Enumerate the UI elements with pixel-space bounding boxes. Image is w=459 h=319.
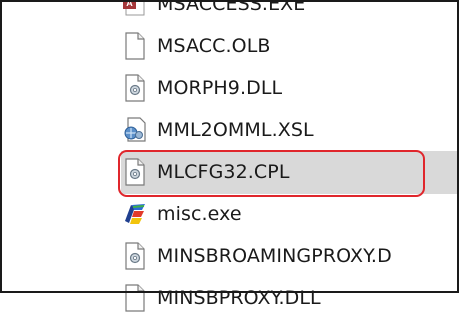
exe-app-icon — [121, 200, 149, 228]
dll-file-icon — [121, 74, 149, 102]
xsl-file-icon — [121, 116, 149, 144]
file-name: MINSBPROXY.DLL — [157, 287, 321, 309]
file-item-misc-exe[interactable]: misc.exe — [121, 193, 242, 235]
dll-file-icon — [121, 242, 149, 270]
file-item-morph9-dll[interactable]: MORPH9.DLL — [121, 67, 282, 109]
file-name: misc.exe — [157, 203, 242, 225]
file-item-minsbroamingproxy[interactable]: MINSBROAMINGPROXY.D — [121, 235, 392, 277]
file-item-msacc-olb[interactable]: MSACC.OLB — [121, 25, 271, 67]
file-item-minsbproxy[interactable]: MINSBPROXY.DLL — [121, 277, 321, 319]
file-name: MINSBROAMINGPROXY.D — [157, 245, 392, 267]
highlight-annotation — [118, 150, 425, 197]
file-name: MML2OMML.XSL — [157, 119, 314, 141]
file-name: MORPH9.DLL — [157, 77, 283, 99]
file-list: A MSACCESS.EXE MSACC.OLB MORPH9.DLL MML2… — [0, 0, 459, 312]
file-item-mml2omml-xsl[interactable]: MML2OMML.XSL — [121, 109, 314, 151]
svg-text:A: A — [126, 0, 133, 8]
file-name: MSACC.OLB — [157, 35, 271, 57]
dll-file-icon — [121, 284, 149, 312]
file-item-msaccess[interactable]: A MSACCESS.EXE — [121, 0, 305, 25]
file-name: MSACCESS.EXE — [157, 0, 306, 15]
access-app-icon: A — [121, 0, 149, 18]
blank-file-icon — [121, 32, 149, 60]
